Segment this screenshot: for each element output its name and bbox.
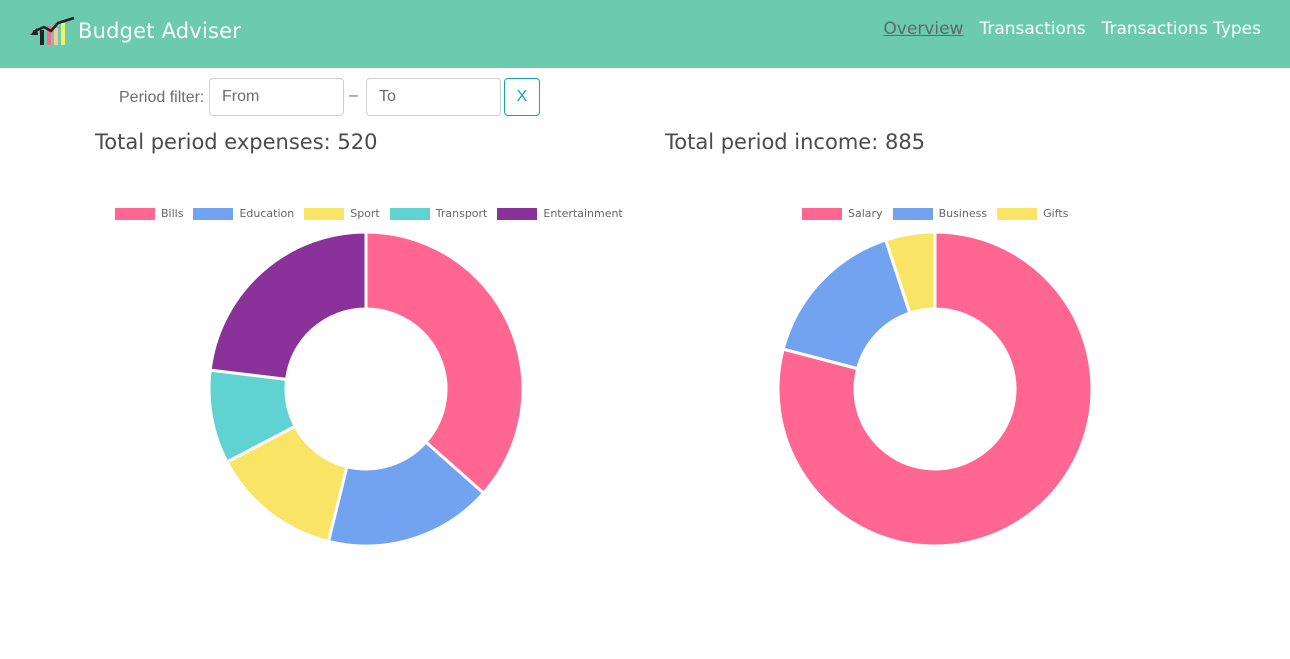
legend-item[interactable]: Education [193,207,294,220]
legend-item[interactable]: Entertainment [497,207,623,220]
legend-item[interactable]: Gifts [997,207,1068,220]
nav-overview[interactable]: Overview [883,19,963,39]
budget-chart-logo-icon [30,16,75,45]
expenses-legend: Bills Education Sport Transport Entertai… [115,207,633,220]
expenses-total-title: Total period expenses: 520 [95,130,378,154]
legend-swatch [892,207,933,220]
legend-item[interactable]: Business [892,207,988,220]
legend-label: Sport [350,207,380,220]
legend-swatch [802,207,842,220]
from-date-input[interactable] [209,78,344,116]
nav-transaction-types[interactable]: Transactions Types [1102,19,1261,39]
legend-swatch [193,207,234,220]
legend-item[interactable]: Sport [304,207,380,220]
legend-swatch [389,207,430,220]
period-filter-label: Period filter: [119,89,205,106]
legend-label: Entertainment [543,207,623,220]
legend-swatch [497,207,538,220]
legend-label: Bills [161,207,184,220]
clear-filter-button[interactable]: X [504,78,540,116]
legend-label: Business [938,207,988,220]
legend-item[interactable]: Bills [115,207,183,220]
app-title: Budget Adviser [78,19,242,43]
legend-label: Salary [848,207,883,220]
main-nav: Overview Transactions Transactions Types [867,19,1261,39]
legend-item[interactable]: Salary [802,207,883,220]
legend-label: Transport [435,207,488,220]
income-total-title: Total period income: 885 [665,130,926,154]
legend-item[interactable]: Transport [389,207,488,220]
brand-link[interactable]: Budget Adviser [30,14,241,48]
navbar: Budget Adviser Overview Transactions Tra… [0,0,1290,68]
expenses-donut-chart [207,230,525,548]
legend-label: Education [239,207,295,220]
nav-transactions[interactable]: Transactions [979,19,1085,39]
donut-slice-entertainment[interactable] [208,230,368,382]
legend-label: Gifts [1043,207,1069,220]
donut-slice-bills[interactable] [364,230,525,496]
income-legend: Salary Business Gifts [802,207,1078,220]
income-donut-chart [776,230,1094,548]
date-separator: – [349,87,358,104]
legend-swatch [304,207,345,220]
legend-swatch [115,207,155,220]
legend-swatch [997,207,1038,220]
to-date-input[interactable] [366,78,501,116]
